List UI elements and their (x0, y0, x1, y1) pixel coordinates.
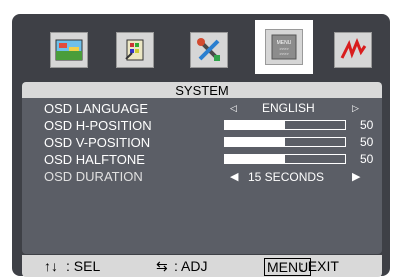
osd-v-position-value: 50 (360, 135, 374, 149)
page-title: SYSTEM (22, 82, 382, 98)
picture-icon (55, 39, 83, 61)
slider-fill (225, 121, 285, 129)
slider-fill (225, 155, 285, 163)
osd-v-position-slider[interactable] (224, 137, 346, 147)
osd-halftone-value: 50 (360, 152, 374, 166)
footer-bar: ↑↓ : SEL ⇆ : ADJ MENU : EXIT (22, 255, 382, 277)
osd-halftone-slider[interactable] (224, 154, 346, 164)
arrow-left-icon[interactable]: ◀ (230, 170, 238, 184)
menu-icon: MENU >>>> >>>> (271, 34, 297, 60)
menu-icon-line: >>>> (279, 51, 289, 56)
osd-h-position-slider[interactable] (224, 120, 346, 130)
tab-signal[interactable] (334, 32, 372, 68)
osd-v-position-label[interactable]: OSD V-POSITION (44, 135, 150, 150)
arrow-right-icon[interactable]: ▶ (352, 170, 360, 184)
arrow-left-icon[interactable]: ◁ (230, 101, 237, 115)
osd-language-label[interactable]: OSD LANGUAGE (44, 101, 148, 116)
osd-h-position-label[interactable]: OSD H-POSITION (44, 118, 152, 133)
tab-tools[interactable] (190, 32, 228, 68)
osd-h-position-value: 50 (360, 118, 374, 132)
signal-icon (340, 38, 367, 59)
osd-duration-value[interactable]: 15 SECONDS (248, 170, 324, 184)
slider-fill (225, 138, 285, 146)
tab-color[interactable] (116, 32, 154, 68)
tools-icon (197, 38, 220, 61)
up-down-arrows-icon: ↑↓ (44, 258, 58, 274)
tab-picture[interactable] (50, 32, 88, 68)
osd-halftone-label[interactable]: OSD HALFTONE (44, 152, 145, 167)
osd-language-value[interactable]: ENGLISH (262, 101, 315, 115)
tab-system[interactable]: MENU >>>> >>>> (255, 20, 313, 74)
left-right-arrows-icon: ⇆ (156, 258, 168, 274)
select-hint: : SEL (66, 258, 101, 274)
color-palette-icon (125, 39, 144, 61)
exit-hint: : EXIT (300, 258, 339, 274)
adjust-hint: : ADJ (174, 258, 208, 274)
arrow-right-icon[interactable]: ▷ (352, 101, 359, 115)
osd-duration-label[interactable]: OSD DURATION (44, 169, 143, 184)
